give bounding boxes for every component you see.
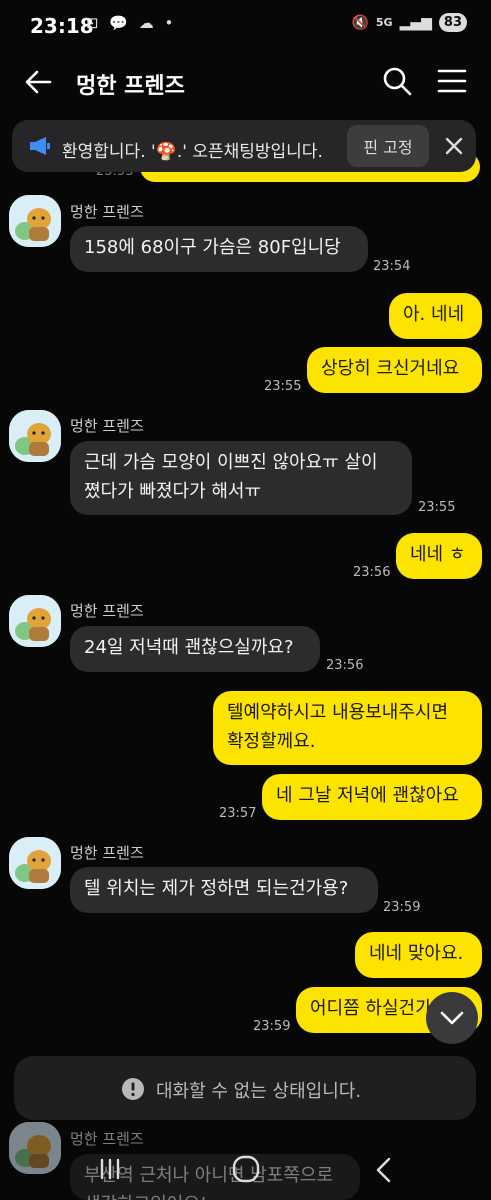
signal-icon: ▂▄▆: [399, 14, 432, 31]
message-bubble-incoming[interactable]: 158에 68이구 가슴은 80F입니당: [70, 226, 368, 272]
chat-title: 멍한 프렌즈: [76, 74, 185, 99]
notification-icons: ⊡ 💬 ☁ •: [86, 14, 177, 32]
message-text: 네네 맞아요.: [369, 943, 464, 964]
message-text: 텔 위치는 제가 정하면 되는건가용?: [84, 878, 349, 899]
message-text-line: 근데 가슴 모양이 이쁘진 않아요ㅠ 살이: [84, 452, 378, 473]
back-arrow-icon[interactable]: [24, 68, 52, 96]
message-text: 어디쯤 하실건가: [310, 998, 432, 1019]
message-text: 네네 ㅎ: [410, 544, 466, 565]
close-icon[interactable]: [445, 137, 463, 155]
sender-name: 멍한 프렌즈: [70, 602, 144, 620]
sender-name: 멍한 프렌즈: [70, 203, 144, 221]
avatar[interactable]: [9, 837, 61, 889]
message-time: 23:54: [373, 259, 411, 274]
message-time: 23:57: [219, 806, 257, 821]
pin-button[interactable]: 핀 고정: [347, 125, 429, 167]
message-text-line: 쪘다가 빠졌다가 해서ㅠ: [84, 481, 262, 502]
chevron-down-icon: [440, 1011, 464, 1025]
sender-name: 멍한 프렌즈: [70, 844, 144, 862]
message-bubble-outgoing[interactable]: 텔예약하시고 내용보내주시면 확정할께요.: [213, 691, 482, 765]
message-bubble-incoming[interactable]: 텔 위치는 제가 정하면 되는건가용?: [70, 867, 378, 913]
scroll-down-button[interactable]: [426, 992, 478, 1044]
status-time: 23:18: [30, 14, 94, 38]
message-time: 23:59: [253, 1019, 291, 1034]
message-text-line: 확정할께요.: [227, 731, 316, 752]
info-icon: [122, 1078, 144, 1100]
message-bubble-incoming[interactable]: 근데 가슴 모양이 이쁘진 않아요ㅠ 살이 쪘다가 빠졌다가 해서ㅠ: [70, 441, 412, 515]
chat-header: [0, 56, 491, 108]
network-label: 5G: [375, 16, 393, 29]
message-time: 23:56: [353, 565, 391, 580]
message-text: 네 그날 저녁에 괜찮아요: [276, 785, 459, 806]
system-nav-bar: [0, 1140, 491, 1200]
message-time: 23:55: [418, 500, 456, 515]
avatar-image: [9, 837, 61, 889]
recent-apps-icon[interactable]: [98, 1157, 122, 1181]
message-bubble-incoming[interactable]: 24일 저녁때 괜찮으실까요?: [70, 626, 320, 672]
message-text-line: 텔예약하시고 내용보내주시면: [227, 702, 449, 723]
megaphone-icon: [30, 137, 50, 155]
sender-name: 멍한 프렌즈: [70, 417, 144, 435]
menu-icon[interactable]: [437, 68, 467, 94]
battery-icon: 83: [438, 13, 467, 32]
message-bubble-outgoing[interactable]: 네네 맞아요.: [355, 932, 482, 978]
message-bubble-outgoing[interactable]: 네 그날 저녁에 괜찮아요: [262, 774, 482, 820]
message-time: 23:56: [326, 658, 364, 673]
back-nav-icon[interactable]: [374, 1157, 392, 1183]
mute-icon: 🔇: [351, 14, 369, 31]
home-icon[interactable]: [231, 1154, 261, 1184]
avatar-image: [9, 595, 61, 647]
avatar-image: [9, 195, 61, 247]
message-text: 24일 저녁때 괜찮으실까요?: [84, 637, 294, 658]
message-bubble-outgoing[interactable]: 상당히 크신거네요: [307, 347, 482, 393]
status-bar: 23:18 ⊡ 💬 ☁ • 🔇 5G ▂▄▆ 83: [0, 0, 491, 52]
avatar[interactable]: [9, 595, 61, 647]
input-unavailable-text: 대화할 수 없는 상태입니다.: [156, 1081, 362, 1102]
system-icons: 🔇 5G ▂▄▆ 83: [351, 13, 467, 32]
message-text: 상당히 크신거네요: [321, 358, 460, 379]
message-text: 아. 네네: [403, 304, 465, 325]
search-icon[interactable]: [382, 66, 412, 96]
message-time: 23:55: [264, 379, 302, 394]
avatar-image: [9, 410, 61, 462]
message-text: 158에 68이구 가슴은 80F입니당: [84, 237, 341, 258]
avatar[interactable]: [9, 410, 61, 462]
message-bubble-outgoing[interactable]: 네네 ㅎ: [396, 533, 482, 579]
message-bubble-outgoing[interactable]: 아. 네네: [389, 293, 482, 339]
message-time: 23:59: [383, 900, 421, 915]
notice-text: 환영합니다. '🍄.' 오픈채팅방입니다.: [62, 142, 323, 162]
avatar[interactable]: [9, 195, 61, 247]
